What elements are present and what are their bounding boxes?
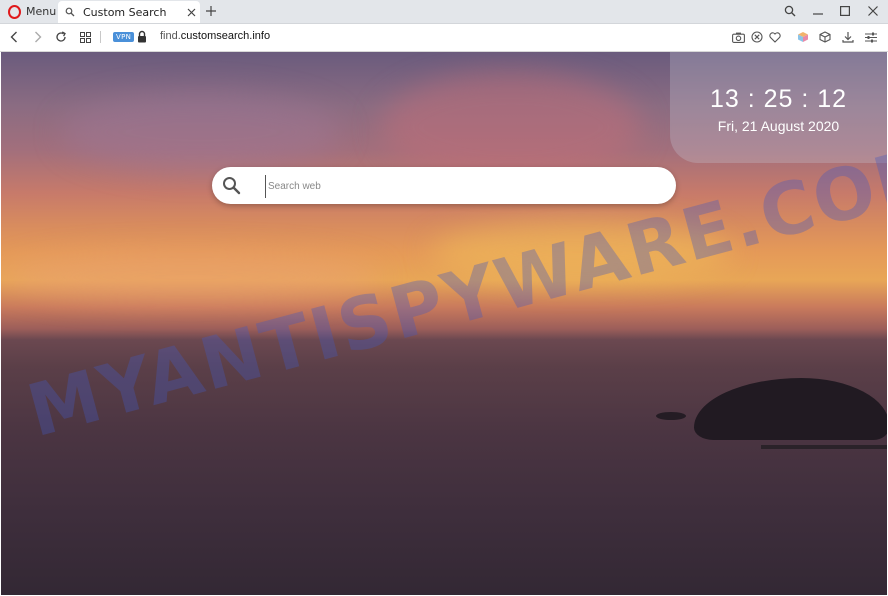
url-domain: customsearch.info <box>180 30 271 42</box>
url-field[interactable]: find.customsearch.info <box>160 30 270 42</box>
close-icon <box>868 6 878 16</box>
islet <box>656 412 686 420</box>
speed-dial-button[interactable] <box>76 28 94 46</box>
tab-bar: Menu Custom Search <box>0 0 888 24</box>
extension-cube-button[interactable] <box>817 29 833 45</box>
downloads-button[interactable] <box>840 29 856 45</box>
toolbar-divider <box>100 31 101 43</box>
tab-close-icon[interactable] <box>182 3 200 21</box>
browser-search-button[interactable] <box>779 2 801 20</box>
forward-button[interactable] <box>29 28 47 46</box>
plus-icon <box>206 6 216 16</box>
easy-setup-button[interactable] <box>863 29 879 45</box>
menu-label: Menu <box>26 5 57 18</box>
chevron-right-icon <box>35 31 42 43</box>
clock-time: 13 : 25 : 12 <box>709 85 848 113</box>
tab-custom-search[interactable]: Custom Search <box>58 1 200 23</box>
vpn-badge[interactable]: VPN <box>113 32 135 42</box>
chevron-left-icon <box>10 31 17 43</box>
clock-date: Fri, 21 August 2020 <box>717 118 840 134</box>
opera-logo-icon <box>8 4 21 19</box>
tab-title: Custom Search <box>83 5 167 19</box>
search-bar[interactable] <box>212 167 676 204</box>
close-window-button[interactable] <box>862 2 884 20</box>
minimize-icon <box>813 13 823 15</box>
block-icon <box>751 31 763 43</box>
snapshot-button[interactable] <box>730 29 746 45</box>
new-tab-button[interactable] <box>203 3 219 19</box>
opera-menu-button[interactable]: Menu <box>4 2 60 21</box>
pier-silhouette <box>761 445 887 449</box>
maximize-icon <box>840 6 850 16</box>
grid-icon <box>79 31 91 43</box>
back-button[interactable] <box>5 28 23 46</box>
url-prefix: find. <box>160 30 181 42</box>
download-icon <box>842 32 854 43</box>
clock-widget: 13 : 25 : 12 Fri, 21 August 2020 <box>670 52 887 163</box>
bookmark-heart-button[interactable] <box>767 29 783 45</box>
minimize-button[interactable] <box>807 2 829 20</box>
lock-icon[interactable] <box>137 30 147 44</box>
heart-icon <box>769 31 781 43</box>
search-input[interactable] <box>265 175 660 198</box>
address-bar: VPN find.customsearch.info <box>0 24 888 52</box>
search-icon <box>65 7 75 17</box>
island-silhouette <box>694 378 887 440</box>
search-icon[interactable] <box>222 176 241 195</box>
maximize-button[interactable] <box>834 2 856 20</box>
search-icon <box>784 5 796 17</box>
wallet-icon <box>798 32 808 42</box>
wallet-button[interactable] <box>795 29 811 45</box>
cube-icon <box>819 31 831 43</box>
page-viewport: 13 : 25 : 12 Fri, 21 August 2020 MYANTIS… <box>1 52 887 595</box>
settings-sliders-icon <box>865 32 877 42</box>
reload-button[interactable] <box>52 28 70 46</box>
reload-icon <box>56 31 66 42</box>
camera-icon <box>731 32 745 43</box>
tracker-blocker-button[interactable] <box>749 29 765 45</box>
